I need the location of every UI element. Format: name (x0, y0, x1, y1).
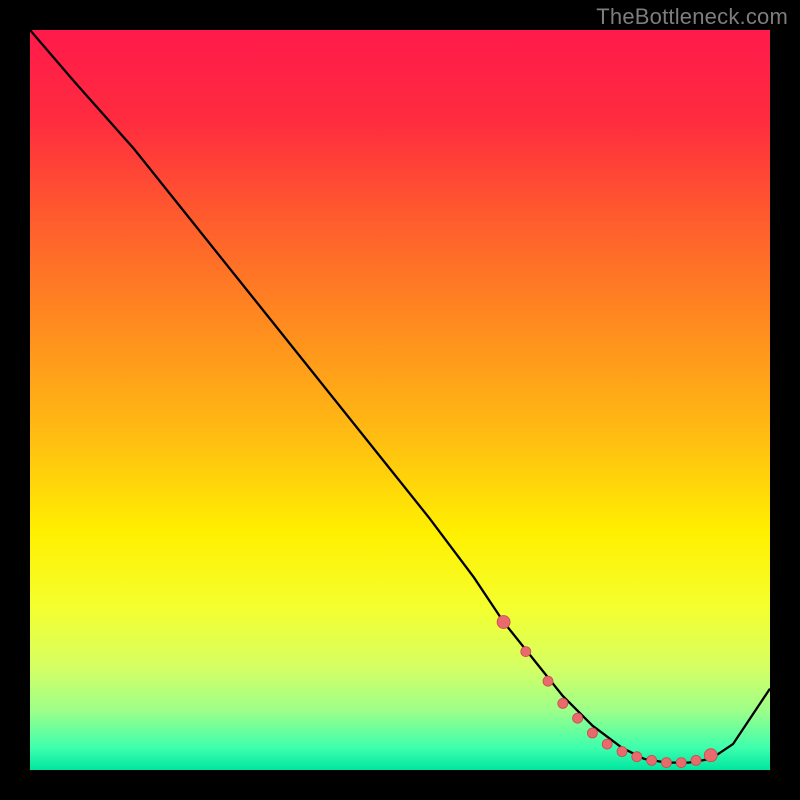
marker-point (691, 755, 701, 765)
marker-point (676, 758, 686, 768)
marker-point (617, 747, 627, 757)
marker-point (497, 616, 510, 629)
chart-frame: TheBottleneck.com (0, 0, 800, 800)
marker-point (543, 676, 553, 686)
chart-svg (30, 30, 770, 770)
marker-point (647, 755, 657, 765)
marker-point (573, 713, 583, 723)
plot-area (30, 30, 770, 770)
marker-point (661, 758, 671, 768)
marker-point (602, 739, 612, 749)
marker-point (521, 647, 531, 657)
marker-point (632, 752, 642, 762)
marker-point (704, 749, 717, 762)
marker-point (558, 698, 568, 708)
attribution-label: TheBottleneck.com (596, 4, 788, 30)
gradient-rect (30, 30, 770, 770)
marker-point (587, 728, 597, 738)
